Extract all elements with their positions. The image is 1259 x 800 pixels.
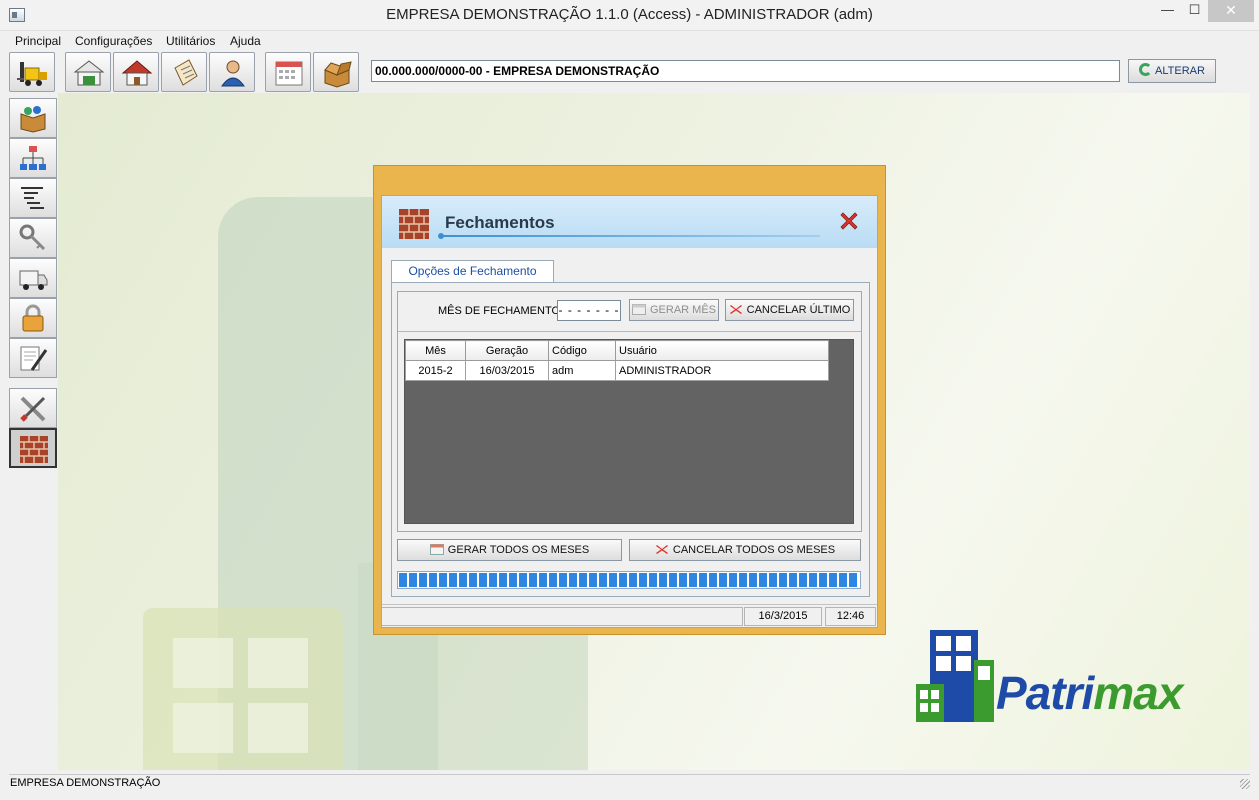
forklift-button[interactable] [9,52,55,92]
cancel-x-icon [655,545,668,554]
cell-mes: 2015-2 [405,360,466,381]
table-header-row: Mês Geração Código Usuário [405,340,829,361]
cancelar-ultimo-label: CANCELAR ÚLTIMO [746,304,851,316]
sidebar [9,98,57,770]
gerar-mes-button[interactable]: GERAR MÊS [629,299,719,321]
warehouse-icon [73,60,105,86]
sidebar-item-tools[interactable] [9,388,57,428]
document-pen-icon [20,346,48,371]
gerar-todos-meses-button[interactable]: GERAR TODOS OS MESES [397,539,622,561]
sidebar-item-padlock[interactable] [9,298,57,338]
refresh-icon [1139,63,1153,76]
column-header-codigo[interactable]: Código [548,340,616,361]
cancelar-ultimo-button[interactable]: CANCELAR ÚLTIMO [725,299,854,321]
group-divider [398,331,861,332]
status-date: 16/3/2015 [744,607,822,626]
dialog-status-bar: 16/3/2015 12:46 [382,604,877,627]
open-box-icon [324,61,352,88]
user-icon [221,60,245,87]
home-icon [121,60,153,86]
mes-fechamento-input[interactable]: - - - - - - - [557,300,621,321]
cancelar-todos-label: CANCELAR TODOS OS MESES [672,544,836,556]
tools-icon [20,396,46,422]
calendar-icon [275,61,303,86]
gerar-mes-label: GERAR MÊS [649,304,716,316]
dialog-header: Fechamentos [382,196,877,248]
sidebar-item-keys[interactable] [9,218,57,258]
progress-bar [397,571,861,589]
close-icon[interactable] [837,209,861,233]
tab-opcoes-fechamento[interactable]: Opções de Fechamento [391,260,554,283]
background-window-shape [173,703,233,753]
column-header-mes[interactable]: Mês [405,340,466,361]
sidebar-item-fechamentos[interactable] [9,428,57,468]
status-time: 12:46 [825,607,876,626]
sidebar-item-boxes[interactable] [9,98,57,138]
cell-geracao: 16/03/2015 [465,360,549,381]
sidebar-item-truck[interactable] [9,258,57,298]
cancelar-todos-meses-button[interactable]: CANCELAR TODOS OS MESES [629,539,861,561]
calendar-icon [429,544,444,555]
background-window-shape [248,638,308,688]
user-button[interactable] [209,52,255,92]
menu-utilitarios[interactable]: Utilitários [166,34,215,48]
app-status-bar: EMPRESA DEMONSTRAÇÃO [9,774,1250,792]
fechamentos-grid[interactable]: Mês Geração Código Usuário 2015-2 16/03/… [404,339,854,524]
logo-text-part: max [1093,667,1183,719]
cell-codigo: adm [548,360,616,381]
progress-fill [399,573,859,587]
org-chart-icon [20,146,46,170]
fechamentos-table: Mês Geração Código Usuário 2015-2 16/03/… [405,340,829,381]
alterar-label: ALTERAR [1155,65,1205,77]
menu-principal[interactable]: Principal [15,34,61,48]
column-header-geracao[interactable]: Geração [465,340,549,361]
tree-list-icon [21,187,44,209]
sidebar-item-tree-list[interactable] [9,178,57,218]
logo-text-part: Patri [996,667,1094,719]
gerar-todos-label: GERAR TODOS OS MESES [447,544,590,556]
toolbar: 00.000.000/0000-00 - EMPRESA DEMONSTRAÇÃ… [9,51,1250,93]
background-window-shape [173,638,233,688]
table-row[interactable]: 2015-2 16/03/2015 adm ADMINISTRADOR [405,360,829,381]
close-window-button[interactable]: ✕ [1208,0,1254,22]
minimize-button[interactable]: — [1154,0,1181,22]
window-title: EMPRESA DEMONSTRAÇÃO 1.1.0 (Access) - AD… [386,6,873,23]
patrimax-logo-text: Patrimax [996,666,1183,720]
boxes-icon [20,106,46,133]
mes-fechamento-label: MÊS DE FECHAMENTO: [438,305,564,317]
dialog-title: Fechamentos [445,213,555,232]
calendar-icon [631,304,646,315]
truck-icon [19,270,48,290]
padlock-icon [22,304,44,332]
home-button[interactable] [113,52,159,92]
brick-wall-icon [399,209,429,239]
resize-grip-icon[interactable] [1240,779,1250,789]
open-box-button[interactable] [313,52,359,92]
sidebar-item-org-chart[interactable] [9,138,57,178]
maximize-button[interactable]: ☐ [1181,0,1208,22]
cancel-x-icon [729,305,742,314]
calendar-button[interactable] [265,52,311,92]
company-field[interactable]: 00.000.000/0000-00 - EMPRESA DEMONSTRAÇÃ… [371,60,1120,82]
warehouse-button[interactable] [65,52,111,92]
menu-configuracoes[interactable]: Configurações [75,34,152,48]
background-window-shape [248,703,308,753]
clipboard-icon [174,59,198,86]
status-cell-empty [382,607,743,626]
menu-bar: Principal Configurações Utilitários Ajud… [9,31,1250,51]
menu-ajuda[interactable]: Ajuda [230,34,261,48]
cell-usuario: ADMINISTRADOR [615,360,829,381]
keys-icon [19,224,46,251]
column-header-usuario[interactable]: Usuário [615,340,829,361]
title-bar: EMPRESA DEMONSTRAÇÃO 1.1.0 (Access) - AD… [0,0,1259,31]
brick-wall-icon [20,436,48,463]
forklift-icon [17,62,47,86]
header-divider [438,233,820,239]
alterar-button[interactable]: ALTERAR [1128,59,1216,83]
clipboard-button[interactable] [161,52,207,92]
sidebar-item-document[interactable] [9,338,57,378]
